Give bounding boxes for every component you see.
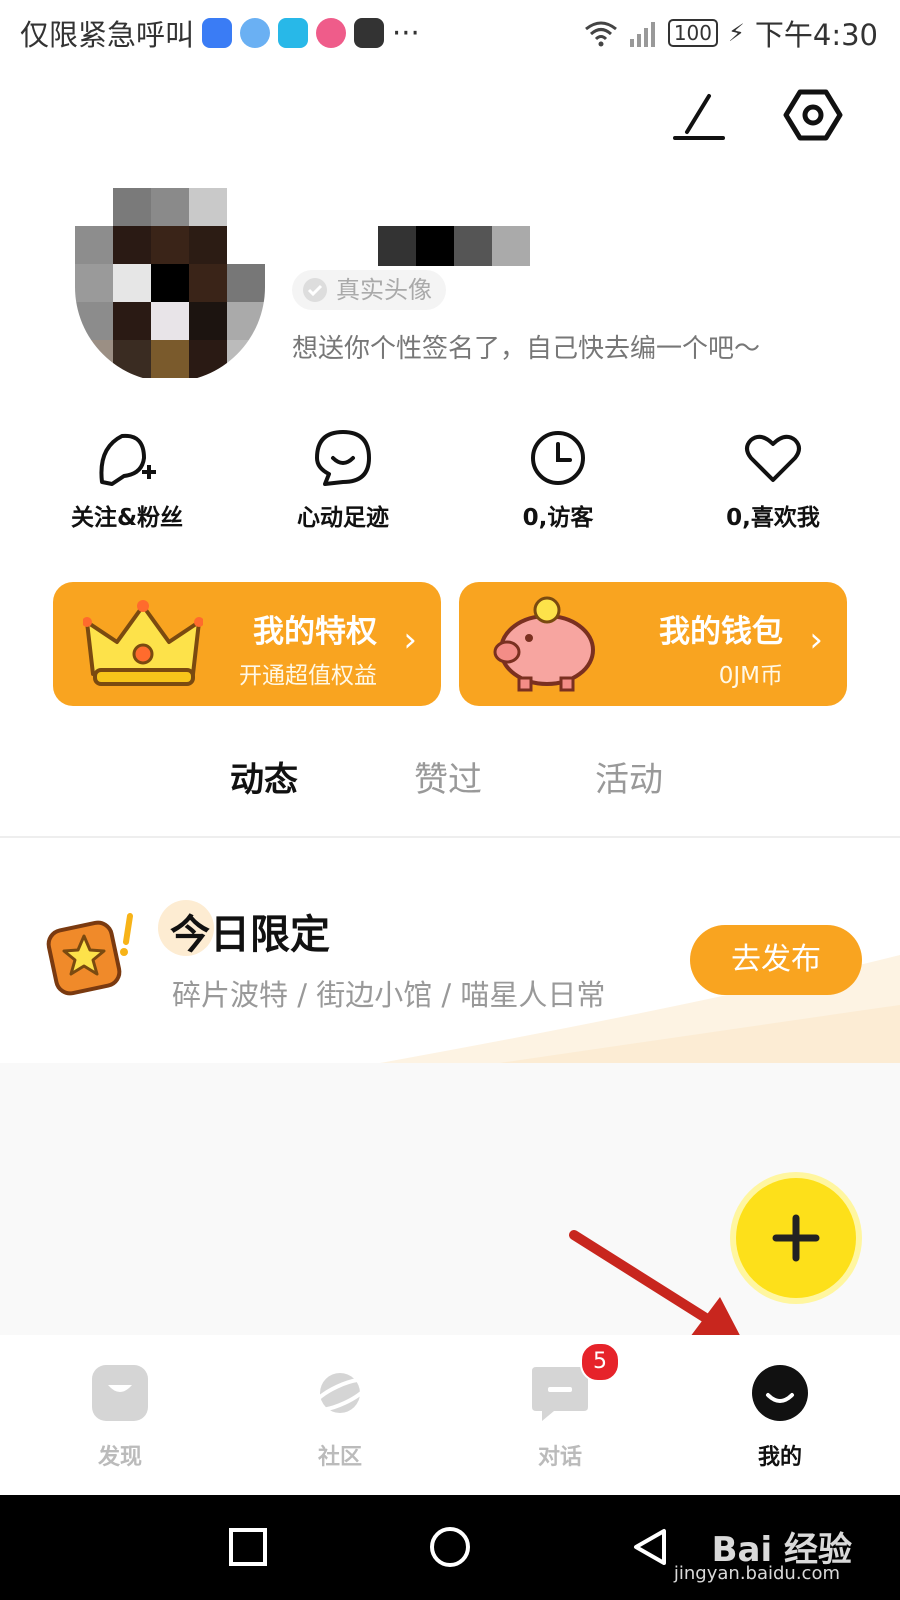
piggy-bank-icon (493, 596, 595, 692)
discover-face-icon (92, 1365, 148, 1421)
more-notifications: ··· (392, 16, 420, 50)
star-note-icon (46, 913, 133, 996)
stat-likes-me[interactable]: 0,喜欢我 (673, 428, 873, 532)
stat-label: 心动足迹 (297, 505, 389, 531)
home-circle-icon[interactable] (428, 1525, 472, 1569)
nav-label: 对话 (537, 1445, 582, 1470)
status-bar: 仅限紧急呼叫 ··· 100 ⚡ 下午4:30 (0, 0, 900, 62)
clock-time: 下午4:30 (754, 18, 878, 52)
crown-icon (83, 600, 203, 686)
stat-visitors[interactable]: 0,访客 (458, 428, 658, 532)
wallet-title: 我的钱包 (659, 614, 783, 650)
chevron-right-icon: › (403, 620, 417, 660)
ecnu-app-icon (278, 18, 309, 48)
tab-liked[interactable]: 赞过 (414, 752, 482, 801)
heart-icon (745, 434, 801, 482)
today-title: 今日限定 (170, 912, 330, 958)
stat-label: 0,喜欢我 (726, 505, 820, 531)
status-left: 仅限紧急呼叫 ··· (20, 12, 420, 54)
huawei-app-icon (354, 18, 385, 48)
plus-icon (772, 1214, 820, 1262)
nav-label: 发现 (97, 1445, 142, 1470)
nav-label: 我的 (757, 1445, 802, 1470)
settings-hex-icon (783, 89, 843, 141)
edit-profile-button[interactable] (665, 80, 735, 150)
today-subtitle: 碎片波特 / 街边小馆 / 喵星人日常 (172, 978, 606, 1012)
clock-icon (531, 431, 585, 485)
browser-notification-icon (240, 18, 271, 48)
verified-check-icon (303, 278, 327, 302)
nav-mine[interactable]: 我的 (710, 1363, 850, 1471)
recent-apps-square-icon[interactable] (228, 1527, 268, 1567)
nav-discover[interactable]: 发现 (50, 1363, 190, 1471)
status-right: 100 ⚡ 下午4:30 (584, 12, 878, 54)
stat-follow-fans[interactable]: 关注&粉丝 (27, 428, 227, 532)
baidu-watermark-url: jingyan.baidu.com (673, 1563, 840, 1584)
nav-community[interactable]: 社区 (270, 1363, 410, 1471)
privilege-title: 我的特权 (253, 614, 377, 650)
chat-unread-badge: 5 (580, 1342, 620, 1382)
stat-label: 关注&粉丝 (70, 505, 184, 531)
stat-label: 0,访客 (522, 505, 594, 531)
publish-button[interactable]: 去发布 (690, 925, 862, 995)
settings-button[interactable] (778, 80, 848, 150)
pink-app-icon (316, 18, 347, 48)
stat-heartbeat-footprint[interactable]: 心动足迹 (243, 428, 443, 532)
carrier-text: 仅限紧急呼叫 (20, 18, 195, 52)
signal-icon (629, 22, 655, 47)
wifi-icon (584, 21, 617, 47)
chevron-right-icon: › (809, 620, 823, 660)
avatar[interactable] (75, 188, 265, 382)
add-user-icon (99, 433, 156, 486)
privilege-card[interactable]: 我的特权 开通超值权益 › (53, 582, 441, 706)
privilege-subtitle: 开通超值权益 (239, 663, 377, 689)
username-pixelated (340, 226, 530, 266)
edit-icon (673, 94, 725, 140)
smile-bubble-icon (315, 430, 371, 486)
tab-activity[interactable]: 活动 (595, 752, 663, 801)
battery-level: 100 (667, 19, 719, 47)
back-triangle-icon[interactable] (630, 1527, 670, 1567)
nav-label: 社区 (317, 1445, 362, 1470)
mine-face-icon (752, 1365, 808, 1421)
planet-icon (311, 1373, 371, 1413)
tabs-divider (0, 836, 900, 838)
real-avatar-tag: 真实头像 (292, 270, 446, 310)
real-avatar-text: 真实头像 (336, 276, 432, 304)
charging-icon: ⚡ (728, 19, 745, 47)
wallet-subtitle: 0JM币 (718, 663, 783, 689)
tab-dynamic[interactable]: 动态 (230, 752, 298, 801)
app-notification-icon (202, 18, 233, 48)
wallet-card[interactable]: 我的钱包 0JM币 › (459, 582, 847, 706)
signature-text[interactable]: 想送你个性签名了，自己快去编一个吧～ (292, 328, 832, 365)
